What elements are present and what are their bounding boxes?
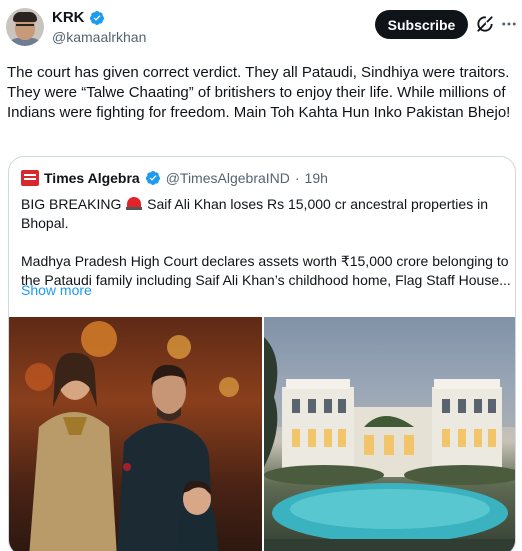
quoted-author-handle[interactable]: @TimesAlgebraIND: [166, 170, 290, 186]
times-algebra-logo-icon[interactable]: [21, 170, 39, 186]
verified-badge-icon: [89, 10, 104, 25]
author-name[interactable]: KRK: [52, 9, 85, 26]
quoted-tweet-paragraph-2: Madhya Pradesh High Court declares asset…: [21, 253, 511, 288]
author-handle[interactable]: @kamaalrkhan: [52, 29, 146, 45]
author-name-row: KRK: [52, 9, 105, 26]
photo-family-portrait[interactable]: [9, 317, 262, 551]
avatar-glasses: [16, 24, 34, 28]
photo-family-portrait-art: [25, 321, 239, 551]
show-more-link[interactable]: Show more: [21, 282, 92, 298]
more-options-icon[interactable]: [500, 15, 518, 33]
avatar-hair: [13, 12, 37, 22]
verified-badge-icon: [145, 171, 160, 185]
subscribe-button[interactable]: Subscribe: [375, 10, 468, 39]
quoted-tweet-paragraph-1: BIG BREAKING Saif Ali Khan loses Rs 15,0…: [21, 195, 511, 233]
dot-separator: ·: [294, 170, 300, 186]
quoted-tweet[interactable]: Times Algebra @TimesAlgebraIND · 19h BIG…: [8, 156, 516, 551]
breaking-label: BIG BREAKING: [21, 196, 122, 212]
tweet-header: KRK @kamaalrkhan Subscribe: [0, 0, 522, 56]
quoted-author-name[interactable]: Times Algebra: [44, 170, 140, 186]
media-grid: [9, 317, 515, 551]
author-avatar[interactable]: [6, 8, 44, 46]
siren-icon: [126, 197, 143, 210]
quoted-tweet-time[interactable]: 19h: [305, 170, 328, 186]
photo-palace-building[interactable]: [264, 317, 515, 551]
photo-palace-building-art: [264, 317, 515, 551]
quoted-tweet-body: BIG BREAKING Saif Ali Khan loses Rs 15,0…: [21, 195, 511, 309]
quoted-tweet-header: Times Algebra @TimesAlgebraIND · 19h: [21, 170, 328, 186]
tweet-text: The court has given correct verdict. The…: [7, 64, 511, 121]
grok-icon[interactable]: [475, 14, 495, 34]
